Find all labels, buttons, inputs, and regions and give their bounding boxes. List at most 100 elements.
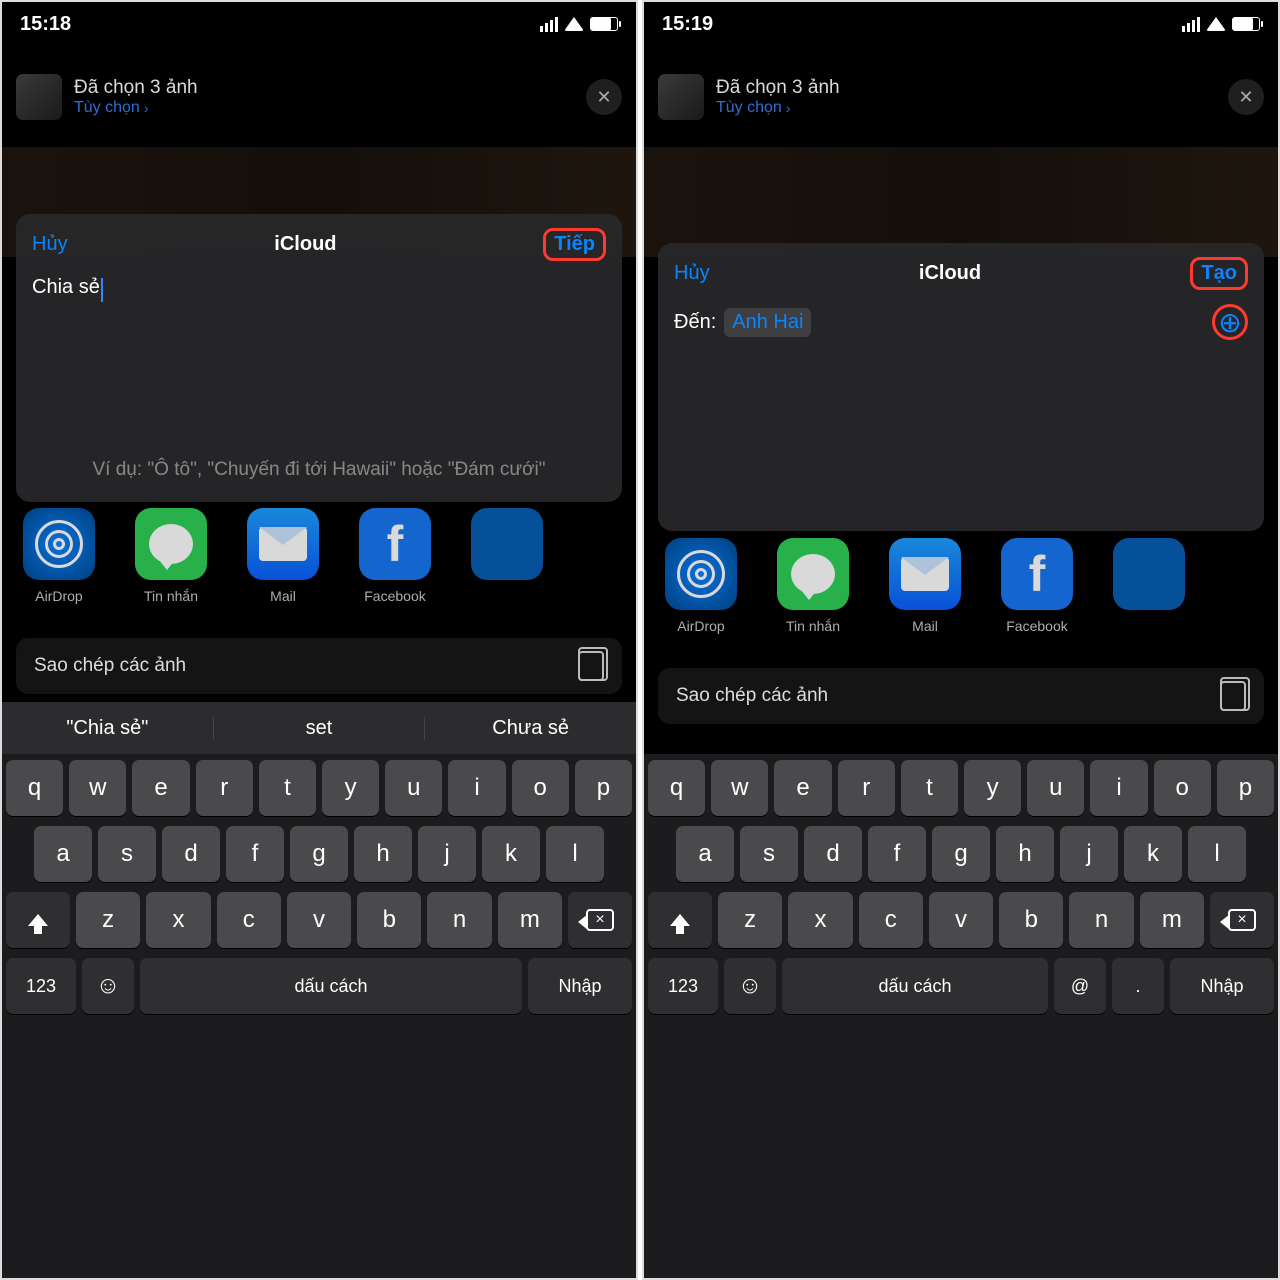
key-l[interactable]: l	[1188, 826, 1246, 882]
key-r[interactable]: r	[838, 760, 895, 816]
key-k[interactable]: k	[1124, 826, 1182, 882]
app-mail[interactable]: Mail	[882, 538, 968, 634]
key-n[interactable]: n	[1069, 892, 1133, 948]
cancel-button[interactable]: Hủy	[674, 262, 710, 285]
key-v[interactable]: v	[929, 892, 993, 948]
key-space[interactable]: dấu cách	[140, 958, 522, 1014]
create-button[interactable]: Tạo	[1190, 257, 1248, 290]
key-emoji[interactable]: ☺	[724, 958, 776, 1014]
key-n[interactable]: n	[427, 892, 491, 948]
key-numbers[interactable]: 123	[648, 958, 718, 1014]
key-delete[interactable]	[568, 892, 632, 948]
app-airdrop[interactable]: AirDrop	[658, 538, 744, 634]
options-link[interactable]: Tùy chọn ›	[74, 99, 574, 117]
app-mail[interactable]: Mail	[240, 508, 326, 604]
key-at[interactable]: @	[1054, 958, 1106, 1014]
key-return[interactable]: Nhập	[528, 958, 632, 1014]
app-more[interactable]	[464, 508, 550, 604]
suggestion-3[interactable]: Chưa sẻ	[425, 717, 636, 740]
key-d[interactable]: d	[162, 826, 220, 882]
app-messages[interactable]: Tin nhắn	[770, 538, 856, 634]
key-g[interactable]: g	[932, 826, 990, 882]
key-q[interactable]: q	[648, 760, 705, 816]
app-airdrop[interactable]: AirDrop	[16, 508, 102, 604]
key-p[interactable]: p	[575, 760, 632, 816]
key-l[interactable]: l	[546, 826, 604, 882]
delete-icon	[1228, 909, 1256, 931]
options-link[interactable]: Tùy chọn ›	[716, 99, 1216, 117]
to-label: Đến:	[674, 311, 716, 334]
share-name-input[interactable]: Chia sẻ	[32, 275, 606, 299]
key-d[interactable]: d	[804, 826, 862, 882]
key-p[interactable]: p	[1217, 760, 1274, 816]
key-b[interactable]: b	[357, 892, 421, 948]
key-j[interactable]: j	[1060, 826, 1118, 882]
key-s[interactable]: s	[98, 826, 156, 882]
key-a[interactable]: a	[34, 826, 92, 882]
share-apps-row[interactable]: AirDrop Tin nhắn Mail f Facebook	[16, 508, 636, 604]
suggestion-2[interactable]: set	[214, 717, 426, 740]
key-f[interactable]: f	[868, 826, 926, 882]
key-numbers[interactable]: 123	[6, 958, 76, 1014]
key-r[interactable]: r	[196, 760, 253, 816]
key-m[interactable]: m	[1140, 892, 1204, 948]
key-x[interactable]: x	[788, 892, 852, 948]
icloud-modal: Hủy iCloud Tạo Đến: Anh Hai ⊕	[658, 243, 1264, 531]
key-k[interactable]: k	[482, 826, 540, 882]
key-j[interactable]: j	[418, 826, 476, 882]
recipient-chip[interactable]: Anh Hai	[724, 308, 811, 337]
key-w[interactable]: w	[69, 760, 126, 816]
key-s[interactable]: s	[740, 826, 798, 882]
key-t[interactable]: t	[901, 760, 958, 816]
app-facebook[interactable]: f Facebook	[352, 508, 438, 604]
key-dot[interactable]: .	[1112, 958, 1164, 1014]
key-u[interactable]: u	[1027, 760, 1084, 816]
key-f[interactable]: f	[226, 826, 284, 882]
key-y[interactable]: y	[964, 760, 1021, 816]
key-shift[interactable]	[648, 892, 712, 948]
key-c[interactable]: c	[859, 892, 923, 948]
key-z[interactable]: z	[76, 892, 140, 948]
key-u[interactable]: u	[385, 760, 442, 816]
app-more[interactable]	[1106, 538, 1192, 634]
app-facebook[interactable]: f Facebook	[994, 538, 1080, 634]
key-h[interactable]: h	[354, 826, 412, 882]
next-button[interactable]: Tiếp	[543, 228, 606, 261]
key-z[interactable]: z	[718, 892, 782, 948]
key-m[interactable]: m	[498, 892, 562, 948]
suggestion-1[interactable]: "Chia sẻ"	[2, 717, 214, 740]
key-w[interactable]: w	[711, 760, 768, 816]
app-messages[interactable]: Tin nhắn	[128, 508, 214, 604]
share-title: Đã chọn 3 ảnh	[74, 77, 574, 99]
key-y[interactable]: y	[322, 760, 379, 816]
cancel-button[interactable]: Hủy	[32, 233, 68, 256]
key-b[interactable]: b	[999, 892, 1063, 948]
to-field[interactable]: Đến: Anh Hai ⊕	[674, 304, 1248, 340]
key-v[interactable]: v	[287, 892, 351, 948]
close-button[interactable]: ✕	[586, 79, 622, 115]
key-i[interactable]: i	[448, 760, 505, 816]
key-e[interactable]: e	[132, 760, 189, 816]
key-i[interactable]: i	[1090, 760, 1147, 816]
copy-photos-row[interactable]: Sao chép các ảnh	[658, 668, 1264, 724]
add-recipient-button[interactable]: ⊕	[1212, 304, 1248, 340]
key-delete[interactable]	[1210, 892, 1274, 948]
key-emoji[interactable]: ☺	[82, 958, 134, 1014]
key-e[interactable]: e	[774, 760, 831, 816]
key-shift[interactable]	[6, 892, 70, 948]
key-space[interactable]: dấu cách	[782, 958, 1048, 1014]
key-o[interactable]: o	[512, 760, 569, 816]
key-c[interactable]: c	[217, 892, 281, 948]
key-h[interactable]: h	[996, 826, 1054, 882]
copy-photos-row[interactable]: Sao chép các ảnh	[16, 638, 622, 694]
close-button[interactable]: ✕	[1228, 79, 1264, 115]
key-a[interactable]: a	[676, 826, 734, 882]
key-t[interactable]: t	[259, 760, 316, 816]
key-x[interactable]: x	[146, 892, 210, 948]
key-return[interactable]: Nhập	[1170, 958, 1274, 1014]
key-o[interactable]: o	[1154, 760, 1211, 816]
key-q[interactable]: q	[6, 760, 63, 816]
keyboard-row-1: q w e r t y u i o p	[6, 760, 632, 816]
key-g[interactable]: g	[290, 826, 348, 882]
share-apps-row[interactable]: AirDrop Tin nhắn Mail f Facebook	[658, 538, 1278, 634]
